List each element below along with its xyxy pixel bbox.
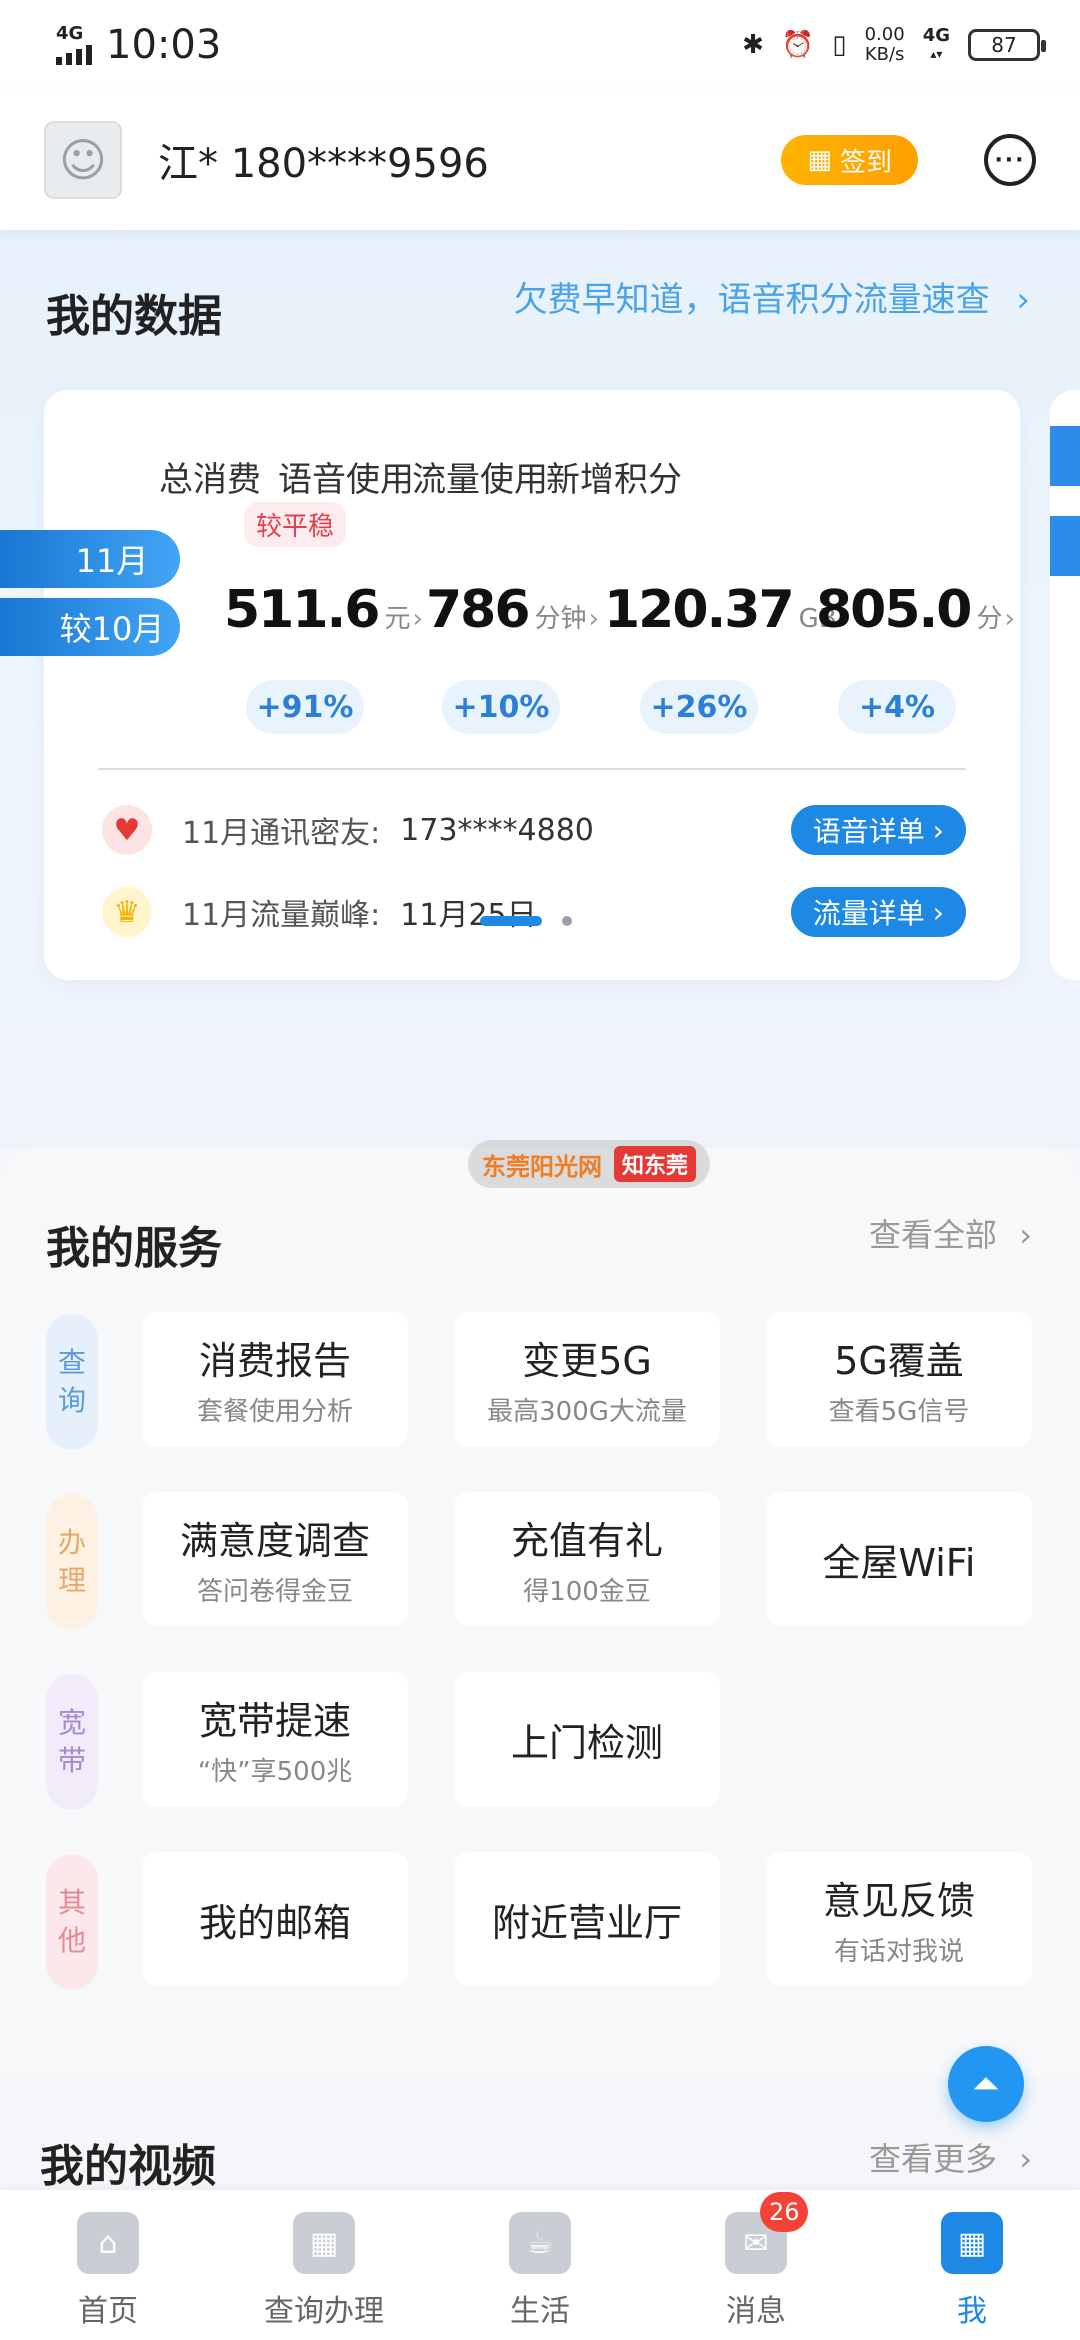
back-to-top-button[interactable]: ⏶: [948, 2046, 1024, 2122]
chevron-right-icon: ›: [932, 895, 944, 929]
chevron-right-icon: ›: [588, 604, 599, 634]
section-title: 我的数据: [46, 291, 222, 342]
clock: 10:03: [106, 22, 222, 68]
category-other: 其 他: [46, 1854, 98, 1990]
total-spend-value[interactable]: 511.6 元 ›: [224, 580, 423, 640]
change-badge: +26%: [640, 680, 758, 734]
section-title: 我的服务: [46, 1223, 222, 1274]
status-bar: 4G 10:03 ✱ ⏰ ▯ 0.00 KB/s 4G ▴▾ 87: [0, 0, 1080, 90]
grid-icon: ▦: [293, 2212, 355, 2274]
friend-row: ♥ 11月通讯密友: 173****4880 语音详单 ›: [102, 800, 966, 860]
peak-row: ♛ 11月流量巅峰: 11月25日 流量详单 ›: [102, 882, 966, 942]
carousel-dot[interactable]: [562, 916, 572, 926]
next-card-tab: [1050, 426, 1080, 486]
my-data-section: 我的数据 欠费早知道，语音积分流量速查 › 总消费 语音使用 流量使用 新增积分…: [0, 230, 1080, 1150]
monthly-data-card: 总消费 语音使用 流量使用 新增积分 较平稳 11月 较10月 511.6 元 …: [0, 390, 1020, 980]
heart-icon: ♥: [102, 805, 152, 855]
new-points-value[interactable]: 805.0 分 ›: [816, 580, 1015, 640]
my-services-section: 我的服务 查看全部 › 查 询 办 理 宽 带 其 他 消费报告 套餐使用分析 …: [0, 1148, 1080, 2078]
nav-life[interactable]: ☕ 生活: [432, 2190, 648, 2340]
service-5g-coverage[interactable]: 5G覆盖 查看5G信号: [766, 1312, 1032, 1446]
trend-badge: 较平稳: [244, 502, 347, 547]
chevron-right-icon: ›: [412, 604, 423, 634]
watermark: 东莞阳光网 知东莞: [468, 1140, 711, 1188]
divider: [98, 768, 966, 770]
service-whole-home-wifi[interactable]: 全屋WiFi: [766, 1492, 1032, 1626]
service-satisfaction-survey[interactable]: 满意度调查 答问卷得金豆: [142, 1492, 408, 1626]
category-query: 查 询: [46, 1314, 98, 1450]
voice-detail-button[interactable]: 语音详单 ›: [790, 805, 966, 855]
data-usage-value[interactable]: 120.37 GB ›: [604, 580, 849, 640]
nav-messages[interactable]: ✉ 26 消息: [648, 2190, 864, 2340]
section-title: 我的视频: [40, 2141, 216, 2192]
service-consumption-report[interactable]: 消费报告 套餐使用分析: [142, 1312, 408, 1446]
service-feedback[interactable]: 意见反馈 有话对我说: [766, 1852, 1032, 1986]
nav-query[interactable]: ▦ 查询办理: [216, 2190, 432, 2340]
nav-home[interactable]: ⌂ 首页: [0, 2190, 216, 2340]
network-speed: 0.00 KB/s: [864, 24, 905, 65]
chevron-right-icon: ›: [1019, 1216, 1032, 1254]
carousel-dot-active[interactable]: [480, 916, 542, 926]
profile-header: ☺ 江* 180****9596 ▦ 签到 ···: [0, 90, 1080, 230]
service-broadband-speedup[interactable]: 宽带提速 “快”享500兆: [142, 1672, 408, 1806]
change-badge: +10%: [442, 680, 560, 734]
change-badge: +91%: [246, 680, 364, 734]
category-handle: 办 理: [46, 1494, 98, 1630]
service-nearby-store[interactable]: 附近营业厅: [454, 1852, 720, 1986]
chevron-right-icon: ›: [1019, 2140, 1032, 2178]
voice-usage-value[interactable]: 786 分钟 ›: [426, 580, 599, 640]
signal-indicator: 4G: [56, 25, 92, 65]
next-card-tab: [1050, 516, 1080, 576]
battery-icon: 87: [968, 29, 1046, 61]
home-icon: ⌂: [77, 2212, 139, 2274]
bluetooth-icon: ✱: [742, 30, 764, 60]
service-my-mailbox[interactable]: 我的邮箱: [142, 1852, 408, 1986]
calendar-icon: ▦: [807, 145, 832, 175]
trophy-icon: ♛: [102, 887, 152, 937]
change-badge: +4%: [838, 680, 956, 734]
network-type-secondary: 4G ▴▾: [922, 25, 950, 62]
chevron-right-icon: ›: [932, 813, 944, 847]
avatar[interactable]: ☺: [44, 121, 122, 199]
user-account: 江* 180****9596: [158, 141, 489, 187]
view-more-link[interactable]: 查看更多 ›: [869, 2134, 1032, 2180]
compare-label: 较10月: [0, 598, 180, 656]
unread-badge: 26: [760, 2192, 809, 2232]
chevron-right-icon: ›: [1004, 604, 1015, 634]
quick-check-link[interactable]: 欠费早知道，语音积分流量速查 ›: [514, 272, 1030, 321]
chevron-right-icon: ›: [1016, 280, 1030, 320]
view-all-link[interactable]: 查看全部 ›: [869, 1210, 1032, 1256]
status-icons: ✱ ⏰ ▯ 0.00 KB/s 4G ▴▾ 87: [742, 24, 1046, 65]
carousel-dots: [480, 916, 572, 926]
chat-icon[interactable]: ···: [984, 134, 1036, 186]
service-recharge-gift[interactable]: 充值有礼 得100金豆: [454, 1492, 720, 1626]
signin-button[interactable]: ▦ 签到: [781, 135, 918, 185]
network-type: 4G: [56, 23, 84, 44]
category-broadband: 宽 带: [46, 1674, 98, 1810]
month-label: 11月: [0, 530, 180, 588]
service-onsite-inspection[interactable]: 上门检测: [454, 1672, 720, 1806]
profile-calendar-icon: ▦: [941, 2212, 1003, 2274]
arrow-up-icon: ⏶: [972, 2064, 1000, 2104]
column-header: 新增积分: [546, 460, 682, 500]
nav-me[interactable]: ▦ 我: [864, 2190, 1080, 2340]
data-detail-button[interactable]: 流量详单 ›: [790, 887, 966, 937]
alarm-icon: ⏰: [781, 30, 815, 60]
service-change-5g[interactable]: 变更5G 最高300G大流量: [454, 1312, 720, 1446]
my-videos-section: 我的视频 查看更多 ›: [0, 2078, 1080, 2192]
signal-bars-icon: [56, 43, 92, 65]
bottom-navigation: ⌂ 首页 ▦ 查询办理 ☕ 生活 ✉ 26 消息 ▦ 我: [0, 2190, 1080, 2340]
cup-icon: ☕: [509, 2212, 571, 2274]
vibrate-icon: ▯: [832, 30, 847, 60]
